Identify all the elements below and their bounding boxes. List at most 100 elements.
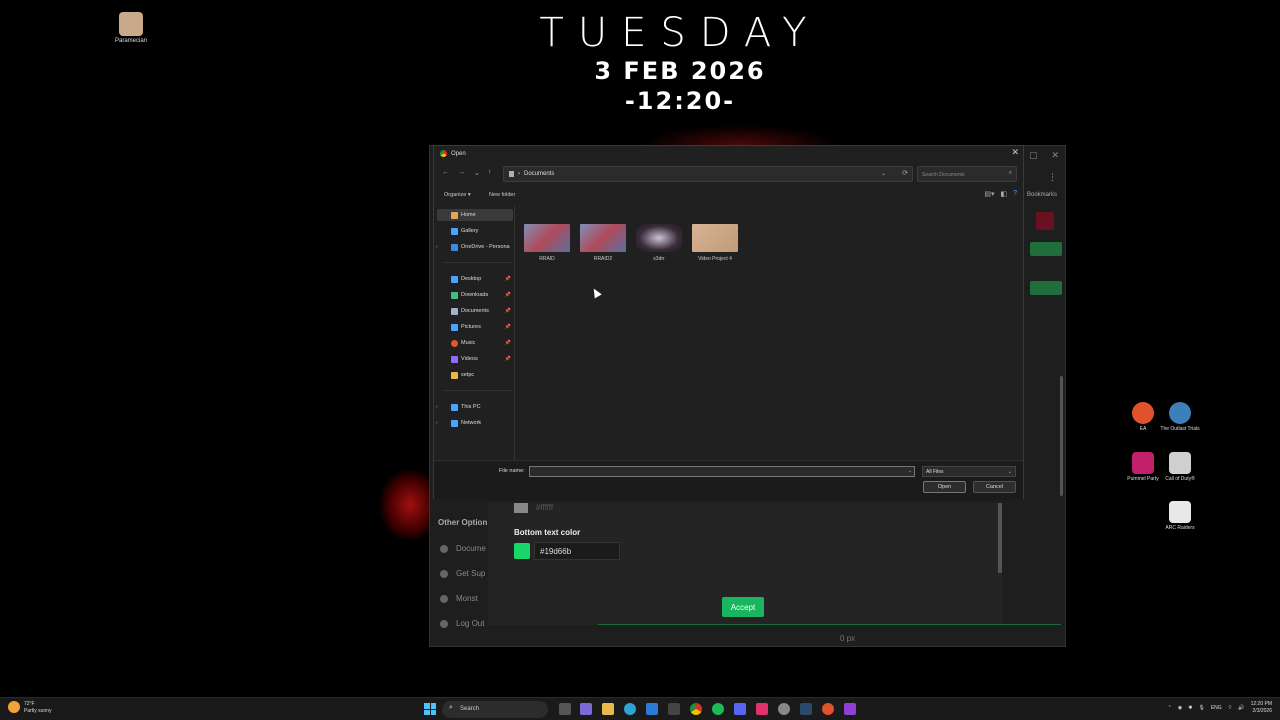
- nav-item-videos[interactable]: Videos 📌: [437, 353, 513, 365]
- app-icon[interactable]: [756, 703, 768, 715]
- mail-icon[interactable]: [646, 703, 658, 715]
- menu-item-documentation[interactable]: Docume: [440, 544, 486, 553]
- side-thumbnail[interactable]: [1036, 212, 1054, 230]
- app-icon[interactable]: [844, 703, 856, 715]
- chevron-down-icon[interactable]: ⌄: [908, 468, 912, 474]
- app-icon[interactable]: [822, 703, 834, 715]
- address-dropdown-icon[interactable]: ⌄: [881, 170, 886, 177]
- side-thumbnail[interactable]: [1030, 242, 1062, 256]
- top-text-hex[interactable]: #ffffff: [536, 503, 553, 512]
- other-options-heading: Other Option: [438, 518, 488, 527]
- edge-icon[interactable]: [624, 703, 636, 715]
- desktop-icon-outlast[interactable]: The Outlast Trials: [1158, 402, 1202, 432]
- video-thumbnail: [580, 224, 626, 252]
- refresh-icon[interactable]: ⟳: [902, 169, 908, 177]
- mic-icon[interactable]: 🎙: [1198, 705, 1204, 711]
- nav-item-home[interactable]: Home: [437, 209, 513, 221]
- breadcrumb-documents[interactable]: Documents: [524, 171, 554, 177]
- network-tray-icon[interactable]: ◉: [1178, 705, 1182, 711]
- expand-chevron-icon[interactable]: ›: [436, 244, 438, 250]
- copilot-icon[interactable]: [580, 703, 592, 715]
- nav-item-music[interactable]: Music 📌: [437, 337, 513, 349]
- nav-item-setpc[interactable]: setpc: [437, 369, 513, 381]
- file-item[interactable]: RRAID2: [578, 224, 628, 262]
- menu-dots-icon[interactable]: ⋮: [1048, 172, 1057, 183]
- wifi-icon[interactable]: ⌔: [1228, 705, 1233, 711]
- weather-widget[interactable]: 72°F Partly sunny: [8, 701, 52, 715]
- menu-item-get-support[interactable]: Get Sup: [440, 569, 485, 578]
- file-item[interactable]: RRAID: [522, 224, 572, 262]
- desktop-icon-call-of-duty[interactable]: Call of Duty®: [1158, 452, 1202, 482]
- bottom-text-color-label: Bottom text color: [514, 528, 581, 537]
- volume-icon[interactable]: 🔊: [1238, 705, 1244, 711]
- chevron-up-icon[interactable]: ⌃: [1168, 705, 1172, 711]
- file-item[interactable]: s3drr: [634, 224, 684, 262]
- search-input[interactable]: Search Documents ⌕: [917, 166, 1017, 182]
- bluetooth-icon[interactable]: ✱: [1188, 705, 1192, 711]
- nav-item-onedrive[interactable]: › OneDrive - Persona: [436, 241, 513, 253]
- start-button[interactable]: [424, 703, 436, 715]
- taskbar-date: 2/3/2026: [1252, 708, 1272, 714]
- dialog-close-button[interactable]: ✕: [1011, 147, 1019, 158]
- clock-date: 3 FEB 2026: [594, 57, 766, 85]
- taskbar-search[interactable]: ⌕ Search: [442, 701, 548, 718]
- nav-item-gallery[interactable]: Gallery: [437, 225, 513, 237]
- pc-icon: [451, 403, 458, 411]
- task-view-icon[interactable]: [559, 703, 571, 715]
- nav-label: Downloads: [461, 292, 489, 298]
- scrollbar[interactable]: [1060, 376, 1063, 496]
- open-file-dialog: Open ✕ ← → ⌄ ↑ › Documents ⌄ ⟳ Search Do…: [433, 145, 1024, 500]
- file-type-select[interactable]: All Files ⌄: [922, 466, 1016, 477]
- file-name-input[interactable]: [529, 466, 915, 477]
- recent-chevron-icon[interactable]: ⌄: [474, 169, 480, 177]
- back-arrow-icon[interactable]: ←: [442, 169, 449, 176]
- bottom-text-color-swatch[interactable]: [514, 543, 530, 559]
- nav-item-pictures[interactable]: Pictures 📌: [437, 321, 513, 333]
- navigation-row: ← → ⌄ ↑ › Documents ⌄ ⟳ Search Documents…: [434, 166, 1023, 182]
- expand-chevron-icon[interactable]: ›: [436, 420, 438, 426]
- desktop-icon-label: ARC Raiders: [1165, 525, 1195, 531]
- help-icon[interactable]: ?: [1013, 190, 1017, 198]
- arc-raiders-icon: [1169, 501, 1191, 523]
- nav-item-this-pc[interactable]: › This PC: [436, 401, 513, 413]
- close-icon[interactable]: ✕: [1051, 150, 1059, 161]
- expand-chevron-icon[interactable]: ›: [436, 404, 438, 410]
- nav-item-network[interactable]: › Network: [436, 417, 513, 429]
- file-item[interactable]: Video Project 4: [690, 224, 740, 262]
- chrome-icon[interactable]: [690, 703, 702, 715]
- file-name: Video Project 4: [698, 256, 732, 262]
- file-explorer-icon[interactable]: [602, 703, 614, 715]
- desktop-icon-paramecian[interactable]: Paramecian: [101, 12, 161, 45]
- bottom-text-hex-input[interactable]: #19d66b: [534, 542, 620, 560]
- spotify-icon[interactable]: [712, 703, 724, 715]
- nav-item-downloads[interactable]: Downloads 📌: [437, 289, 513, 301]
- side-thumbnail[interactable]: [1030, 281, 1062, 295]
- menu-item-monster[interactable]: Monst: [440, 594, 478, 603]
- forward-arrow-icon[interactable]: →: [458, 169, 465, 176]
- panel-scrollbar[interactable]: [998, 503, 1002, 573]
- maximize-icon[interactable]: ▢: [1029, 150, 1038, 161]
- menu-item-log-out[interactable]: Log Out: [440, 619, 484, 628]
- taskbar-clock[interactable]: 12:20 PM 2/3/2026: [1251, 701, 1272, 715]
- nav-item-desktop[interactable]: Desktop 📌: [437, 273, 513, 285]
- view-options-icon[interactable]: ▤▾: [984, 190, 994, 198]
- top-text-color-swatch[interactable]: [514, 503, 528, 513]
- desktop-icon-arc-raiders[interactable]: ARC Raiders: [1158, 501, 1202, 531]
- support-icon: [440, 569, 448, 578]
- address-bar[interactable]: › Documents ⌄ ⟳: [503, 166, 913, 182]
- store-icon[interactable]: [668, 703, 680, 715]
- gallery-icon: [451, 227, 458, 235]
- cancel-button[interactable]: Cancel: [973, 481, 1016, 493]
- up-arrow-icon[interactable]: ↑: [488, 169, 492, 176]
- organize-button[interactable]: Organize ▾: [444, 192, 471, 198]
- bookmarks-label[interactable]: Bookmarks: [1027, 192, 1057, 198]
- preview-pane-icon[interactable]: ◧: [1000, 190, 1007, 198]
- app-icon[interactable]: [778, 703, 790, 715]
- nav-item-documents[interactable]: Documents 📌: [437, 305, 513, 317]
- steam-icon[interactable]: [800, 703, 812, 715]
- new-folder-button[interactable]: New folder: [489, 192, 515, 198]
- discord-icon[interactable]: [734, 703, 746, 715]
- accept-button[interactable]: Accept: [722, 597, 764, 617]
- open-button[interactable]: Open: [923, 481, 966, 493]
- language-indicator[interactable]: ENG: [1211, 705, 1222, 711]
